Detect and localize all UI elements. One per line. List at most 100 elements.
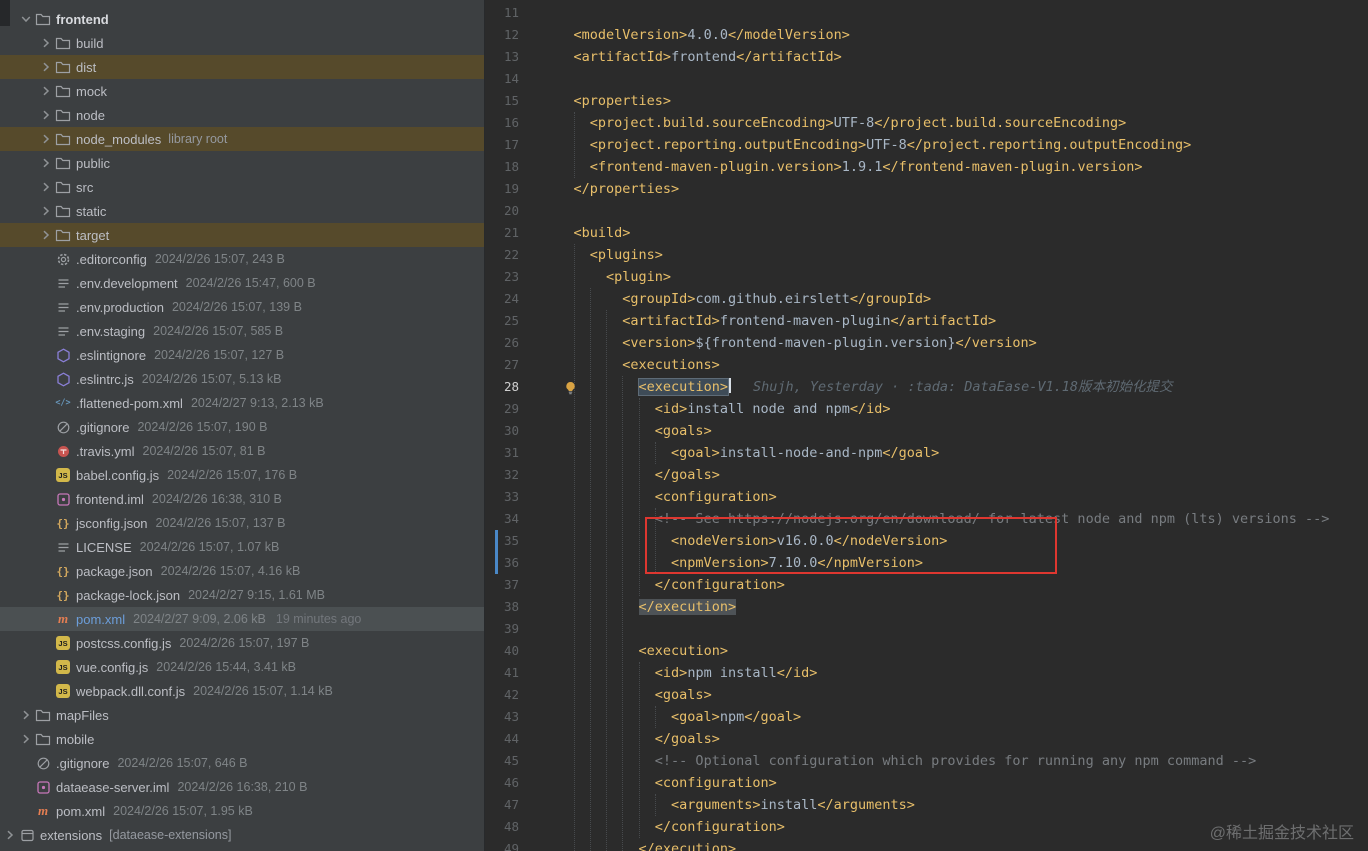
chevron-down-icon[interactable] xyxy=(18,11,34,27)
tree-item-pom-xml[interactable]: m pom.xml 2024/2/26 15:07, 1.95 kB xyxy=(0,799,484,823)
code-line-39[interactable]: 39 xyxy=(485,618,1368,640)
code-line-11[interactable]: 11 xyxy=(485,2,1368,24)
tree-item-public[interactable]: public xyxy=(0,151,484,175)
tree-item-mock[interactable]: mock xyxy=(0,79,484,103)
code-line-43[interactable]: 43 <goal>npm</goal> xyxy=(485,706,1368,728)
code-line-17[interactable]: 17 <project.reporting.outputEncoding>UTF… xyxy=(485,134,1368,156)
code-line-16[interactable]: 16 <project.build.sourceEncoding>UTF-8</… xyxy=(485,112,1368,134)
code-line-41[interactable]: 41 <id>npm install</id> xyxy=(485,662,1368,684)
tree-item-vue-config-js[interactable]: JS vue.config.js 2024/2/26 15:44, 3.41 kB xyxy=(0,655,484,679)
tree-item-pom-xml[interactable]: m pom.xml 2024/2/27 9:09, 2.06 kB 19 minute… xyxy=(0,607,484,631)
tree-item-frontend[interactable]: frontend xyxy=(0,7,484,31)
code-line-14[interactable]: 14 xyxy=(485,68,1368,90)
tree-item-node[interactable]: node xyxy=(0,103,484,127)
item-meta: 2024/2/26 16:38, 210 B xyxy=(177,780,308,794)
code-line-47[interactable]: 47 <arguments>install</arguments> xyxy=(485,794,1368,816)
code-line-42[interactable]: 42 <goals> xyxy=(485,684,1368,706)
tree-item-src[interactable]: src xyxy=(0,175,484,199)
tree-item-eslintrc-js[interactable]: .eslintrc.js 2024/2/26 15:07, 5.13 kB xyxy=(0,367,484,391)
intention-bulb-icon[interactable] xyxy=(564,380,578,395)
code-line-32[interactable]: 32 </goals> xyxy=(485,464,1368,486)
tree-item-gitignore[interactable]: .gitignore 2024/2/26 15:07, 646 B xyxy=(0,751,484,775)
line-number: 11 xyxy=(503,5,519,20)
code-line-19[interactable]: 19 </properties> xyxy=(485,178,1368,200)
annotation-red-box xyxy=(645,517,1057,574)
code-line-12[interactable]: 12 <modelVersion>4.0.0</modelVersion> xyxy=(485,24,1368,46)
text-caret xyxy=(728,378,731,393)
item-name: mock xyxy=(76,83,108,99)
code-line-31[interactable]: 31 <goal>install-node-and-npm</goal> xyxy=(485,442,1368,464)
line-number: 15 xyxy=(503,93,519,108)
chevron-right-icon[interactable] xyxy=(38,59,54,75)
code-area[interactable]: 11 12 <modelVersion>4.0.0</modelVersion> 1… xyxy=(485,2,1368,851)
tree-item-env-staging[interactable]: .env.staging 2024/2/26 15:07, 585 B xyxy=(0,319,484,343)
xml-tag: </groupId> xyxy=(849,291,932,307)
tree-item-editorconfig[interactable]: .editorconfig 2024/2/26 15:07, 243 B xyxy=(0,247,484,271)
tree-item-package-lock-json[interactable]: {} package-lock.json 2024/2/27 9:15, 1.61 … xyxy=(0,583,484,607)
chevron-right-icon[interactable] xyxy=(2,827,18,843)
code-text: <configuration> xyxy=(541,772,777,794)
xml-tag: <goals> xyxy=(654,423,712,439)
chevron-right-icon[interactable] xyxy=(38,83,54,99)
tree-item-package-json[interactable]: {} package.json 2024/2/26 15:07, 4.16 kB xyxy=(0,559,484,583)
tree-item-node-modules[interactable]: node_modules library root xyxy=(0,127,484,151)
tree-item-eslintignore[interactable]: .eslintignore 2024/2/26 15:07, 127 B xyxy=(0,343,484,367)
tree-item-jsconfig-json[interactable]: {} jsconfig.json 2024/2/26 15:07, 137 B xyxy=(0,511,484,535)
code-text: <properties> xyxy=(541,90,672,112)
code-line-21[interactable]: 21 <build> xyxy=(485,222,1368,244)
code-line-15[interactable]: 15 <properties> xyxy=(485,90,1368,112)
tree-item-license[interactable]: LICENSE 2024/2/26 15:07, 1.07 kB xyxy=(0,535,484,559)
code-line-20[interactable]: 20 xyxy=(485,200,1368,222)
tree-item-gitignore[interactable]: .gitignore 2024/2/26 15:07, 190 B xyxy=(0,415,484,439)
tree-item-env-development[interactable]: .env.development 2024/2/26 15:47, 600 B xyxy=(0,271,484,295)
chevron-right-icon[interactable] xyxy=(38,107,54,123)
tree-item-static[interactable]: static xyxy=(0,199,484,223)
tree-item-target[interactable]: target xyxy=(0,223,484,247)
chevron-right-icon[interactable] xyxy=(38,203,54,219)
code-line-46[interactable]: 46 <configuration> xyxy=(485,772,1368,794)
tree-item-frontend-iml[interactable]: frontend.iml 2024/2/26 16:38, 310 B xyxy=(0,487,484,511)
tree-item-dist[interactable]: dist xyxy=(0,55,484,79)
chevron-right-icon[interactable] xyxy=(38,179,54,195)
chevron-right-icon[interactable] xyxy=(38,155,54,171)
code-line-44[interactable]: 44 </goals> xyxy=(485,728,1368,750)
tree-item-babel-config-js[interactable]: JS babel.config.js 2024/2/26 15:07, 176 B xyxy=(0,463,484,487)
code-line-13[interactable]: 13 <artifactId>frontend</artifactId> xyxy=(485,46,1368,68)
xml-tag: <properties> xyxy=(573,93,672,109)
tree-item-mobile[interactable]: mobile xyxy=(0,727,484,751)
tree-item-env-production[interactable]: .env.production 2024/2/26 15:07, 139 B xyxy=(0,295,484,319)
code-line-33[interactable]: 33 <configuration> xyxy=(485,486,1368,508)
code-line-28[interactable]: 28 <execution> Shujh, Yesterday · :tada: … xyxy=(485,376,1368,398)
tree-item-dataease-server-iml[interactable]: dataease-server.iml 2024/2/26 16:38, 210 … xyxy=(0,775,484,799)
chevron-right-icon[interactable] xyxy=(38,131,54,147)
tree-item-extensions[interactable]: extensions [dataease-extensions] xyxy=(0,823,484,847)
code-line-27[interactable]: 27 <executions> xyxy=(485,354,1368,376)
tree-item-mapfiles[interactable]: mapFiles xyxy=(0,703,484,727)
code-line-37[interactable]: 37 </configuration> xyxy=(485,574,1368,596)
code-line-22[interactable]: 22 <plugins> xyxy=(485,244,1368,266)
item-meta: 2024/2/26 15:07, 137 B xyxy=(155,516,286,530)
tree-item-webpack-dll-conf-js[interactable]: JS webpack.dll.conf.js 2024/2/26 15:07, 1.… xyxy=(0,679,484,703)
code-line-38[interactable]: 38 </execution> xyxy=(485,596,1368,618)
code-line-24[interactable]: 24 <groupId>com.github.eirslett</groupId… xyxy=(485,288,1368,310)
chevron-right-icon[interactable] xyxy=(18,731,34,747)
tree-item-flattened-pom-xml[interactable]: </> .flattened-pom.xml 2024/2/27 9:13, 2.1… xyxy=(0,391,484,415)
code-line-23[interactable]: 23 <plugin> xyxy=(485,266,1368,288)
code-line-45[interactable]: 45 <!-- Optional configuration which pro… xyxy=(485,750,1368,772)
chevron-right-icon[interactable] xyxy=(38,35,54,51)
tool-window-stripe xyxy=(0,0,10,26)
tree-item-travis-yml[interactable]: .travis.yml 2024/2/26 15:07, 81 B xyxy=(0,439,484,463)
code-line-30[interactable]: 30 <goals> xyxy=(485,420,1368,442)
code-text: <frontend-maven-plugin.version>1.9.1</fr… xyxy=(589,159,1143,175)
code-line-29[interactable]: 29 <id>install node and npm</id> xyxy=(485,398,1368,420)
tree-item-postcss-config-js[interactable]: JS postcss.config.js 2024/2/26 15:07, 197 … xyxy=(0,631,484,655)
item-suffix: library root xyxy=(168,132,228,146)
code-line-40[interactable]: 40 <execution> xyxy=(485,640,1368,662)
code-line-26[interactable]: 26 <version>${frontend-maven-plugin.vers… xyxy=(485,332,1368,354)
line-number: 46 xyxy=(503,775,519,790)
chevron-right-icon[interactable] xyxy=(38,227,54,243)
code-line-18[interactable]: 18 <frontend-maven-plugin.version>1.9.1<… xyxy=(485,156,1368,178)
code-line-25[interactable]: 25 <artifactId>frontend-maven-plugin</ar… xyxy=(485,310,1368,332)
tree-item-build[interactable]: build xyxy=(0,31,484,55)
chevron-right-icon[interactable] xyxy=(18,707,34,723)
